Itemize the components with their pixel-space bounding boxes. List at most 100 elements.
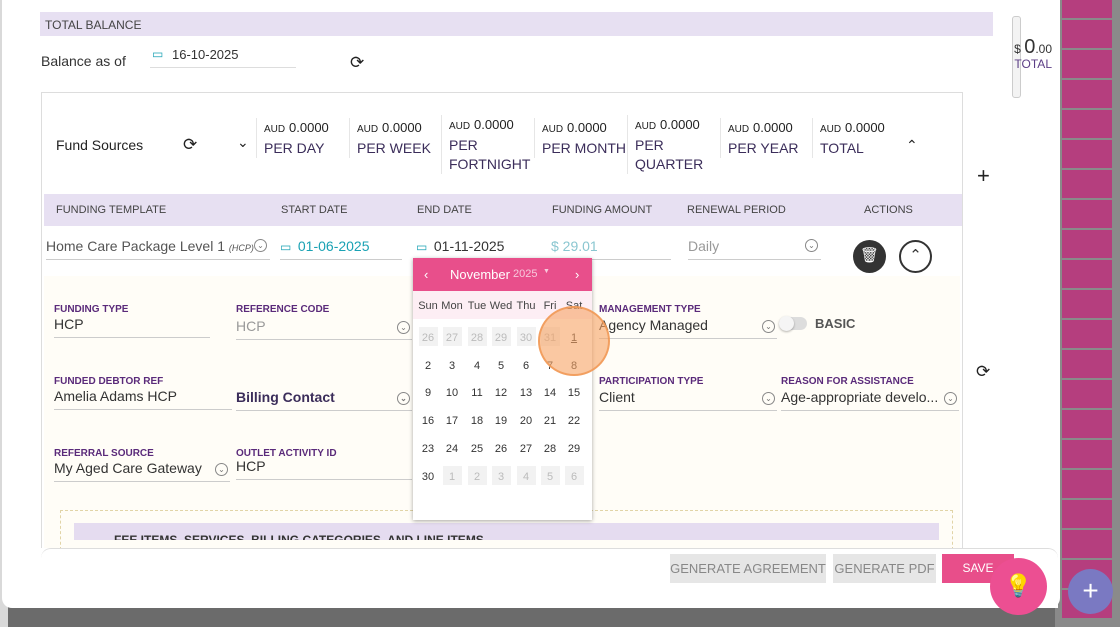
funded-debtor-field[interactable]: Amelia Adams HCP bbox=[54, 388, 232, 410]
stat-currency: AUD bbox=[728, 124, 750, 135]
basic-label: BASIC bbox=[815, 316, 856, 331]
referral-source-value: My Aged Care Gateway bbox=[54, 460, 202, 476]
funding-template-value: Home Care Package Level 1 bbox=[46, 238, 225, 254]
balance-date-field[interactable]: ▭ 16-10-2025 bbox=[150, 46, 296, 68]
calendar-day[interactable]: 10 bbox=[440, 387, 464, 399]
stat-label: PER MONTH bbox=[542, 140, 626, 156]
generate-agreement-button[interactable]: GENERATE AGREEMENT bbox=[670, 554, 826, 583]
calendar-day[interactable]: 21 bbox=[538, 415, 562, 427]
calendar-day[interactable]: 24 bbox=[440, 443, 464, 455]
stat-per-day: AUD 0.0000 PER DAY bbox=[256, 118, 329, 158]
calendar-day[interactable]: 19 bbox=[489, 415, 513, 427]
stat-per-quarter: AUD 0.0000 PER QUARTER bbox=[627, 115, 703, 174]
calendar-icon: ▭ bbox=[152, 47, 164, 61]
stat-label: PER DAY bbox=[264, 140, 325, 156]
reason-for-assistance-label: REASON FOR ASSISTANCE bbox=[781, 376, 914, 387]
chevron-down-icon[interactable]: ⌄ bbox=[237, 134, 249, 151]
calendar-day[interactable]: 30 bbox=[416, 471, 440, 483]
calendar-day[interactable]: 9 bbox=[416, 387, 440, 399]
calendar-day: 28 bbox=[465, 327, 489, 346]
background-stripe bbox=[1062, 350, 1112, 378]
management-type-select[interactable]: Agency Managed ⌄ bbox=[599, 317, 777, 339]
calendar-day[interactable]: 15 bbox=[562, 387, 586, 399]
funding-template-select[interactable]: Home Care Package Level 1 (HCP) ⌄ bbox=[46, 238, 270, 260]
funded-debtor-label: FUNDED DEBTOR REF bbox=[54, 376, 164, 387]
col-renewal-period: RENEWAL PERIOD bbox=[687, 204, 786, 216]
stat-currency: AUD bbox=[264, 124, 286, 135]
lightbulb-icon[interactable]: 💡 bbox=[990, 558, 1047, 615]
calendar-day[interactable]: 25 bbox=[465, 443, 489, 455]
billing-contact-select[interactable]: Billing Contact ⌄ bbox=[236, 389, 412, 411]
stat-per-fortnight: AUD 0.0000 PER FORTNIGHT bbox=[441, 115, 530, 174]
calendar-day[interactable]: 17 bbox=[440, 415, 464, 427]
calendar-day[interactable]: 5 bbox=[489, 360, 513, 372]
date-picker: ‹ November 2025 ▼ › SunMonTueWedThuFriSa… bbox=[413, 258, 592, 520]
funding-table-header: FUNDING TEMPLATE START DATE END DATE FUN… bbox=[44, 194, 962, 226]
chevron-down-icon: ⌄ bbox=[397, 392, 410, 405]
renewal-period-value: Daily bbox=[688, 238, 720, 254]
participation-type-select[interactable]: Client ⌄ bbox=[599, 389, 777, 411]
calendar-day[interactable]: 29 bbox=[562, 443, 586, 455]
calendar-day[interactable]: 28 bbox=[538, 443, 562, 455]
calendar-day[interactable]: 16 bbox=[416, 415, 440, 427]
collapse-row-button[interactable]: ⌃ bbox=[899, 240, 932, 273]
stat-label: PER FORTNIGHT bbox=[449, 137, 531, 172]
background-stripe bbox=[1062, 530, 1112, 558]
col-funding-template: FUNDING TEMPLATE bbox=[56, 204, 167, 216]
calendar-icon: ▭ bbox=[280, 240, 292, 254]
calendar-day[interactable]: 6 bbox=[514, 360, 538, 372]
stat-currency: AUD bbox=[820, 124, 842, 135]
reason-for-assistance-select[interactable]: Age-appropriate develo... ⌄ bbox=[781, 389, 959, 411]
calendar-day[interactable]: 26 bbox=[489, 443, 513, 455]
management-type-value: Agency Managed bbox=[599, 317, 708, 333]
generate-pdf-button[interactable]: GENERATE PDF bbox=[833, 554, 936, 583]
fund-sources-label: Fund Sources bbox=[56, 137, 144, 153]
start-date-field[interactable]: ▭ 01-06-2025 bbox=[280, 238, 402, 260]
end-date-field[interactable]: ▭ 01-11-2025 bbox=[416, 238, 541, 254]
calendar-day: 1 bbox=[440, 466, 464, 485]
background-stripe bbox=[1062, 110, 1112, 138]
delete-button[interactable]: 🗑 bbox=[853, 240, 886, 273]
calendar-day: 27 bbox=[440, 327, 464, 346]
calendar-day[interactable]: 14 bbox=[538, 387, 562, 399]
funding-amount-field[interactable]: $ 29.01 bbox=[551, 238, 671, 260]
calendar-day[interactable]: 20 bbox=[514, 415, 538, 427]
calendar-day[interactable]: 4 bbox=[465, 360, 489, 372]
funding-type-field[interactable]: HCP bbox=[54, 316, 210, 338]
calendar-day[interactable]: 2 bbox=[416, 360, 440, 372]
calendar-day[interactable]: 22 bbox=[562, 415, 586, 427]
refresh-details-icon[interactable]: ⟳ bbox=[976, 362, 990, 382]
chevron-down-icon: ⌄ bbox=[805, 239, 818, 252]
referral-source-select[interactable]: My Aged Care Gateway ⌄ bbox=[54, 460, 230, 482]
start-date-value: 01-06-2025 bbox=[297, 238, 370, 254]
chevron-down-icon: ⌄ bbox=[397, 321, 410, 334]
calendar-day[interactable]: 27 bbox=[514, 443, 538, 455]
calendar-icon: ▭ bbox=[416, 240, 428, 254]
stat-label: PER WEEK bbox=[357, 140, 431, 156]
refresh-balance-icon[interactable]: ⟳ bbox=[350, 53, 364, 73]
chevron-down-icon: ⌄ bbox=[762, 392, 775, 405]
fee-items-header[interactable]: FEE ITEMS, SERVICES, BILLING CATEGORIES,… bbox=[74, 523, 939, 540]
reference-code-value: HCP bbox=[236, 318, 266, 334]
background-stripe bbox=[1062, 80, 1112, 108]
calendar-day: 5 bbox=[538, 466, 562, 485]
total-balance-header: TOTAL BALANCE bbox=[40, 12, 993, 36]
calendar-day[interactable]: 23 bbox=[416, 443, 440, 455]
calendar-day[interactable]: 18 bbox=[465, 415, 489, 427]
stat-currency: AUD bbox=[542, 124, 564, 135]
refresh-fund-sources-icon[interactable]: ⟳ bbox=[183, 135, 197, 155]
add-fab-icon[interactable]: + bbox=[1068, 569, 1113, 614]
calendar-day[interactable]: 3 bbox=[440, 360, 464, 372]
add-fund-source-icon[interactable]: + bbox=[977, 163, 990, 189]
stat-amount: 0.0000 bbox=[753, 120, 793, 135]
reference-code-select[interactable]: HCP ⌄ bbox=[236, 318, 412, 340]
basic-toggle[interactable] bbox=[779, 316, 807, 331]
background-stripe bbox=[1062, 20, 1112, 48]
chevron-up-icon[interactable]: ⌃ bbox=[906, 137, 918, 154]
calendar-day[interactable]: 12 bbox=[489, 387, 513, 399]
renewal-period-select[interactable]: Daily ⌄ bbox=[688, 238, 821, 260]
calendar-day[interactable]: 13 bbox=[514, 387, 538, 399]
calendar-day[interactable]: 11 bbox=[465, 387, 489, 399]
calendar-day: 2 bbox=[465, 466, 489, 485]
outlet-activity-field[interactable]: HCP bbox=[236, 458, 412, 480]
